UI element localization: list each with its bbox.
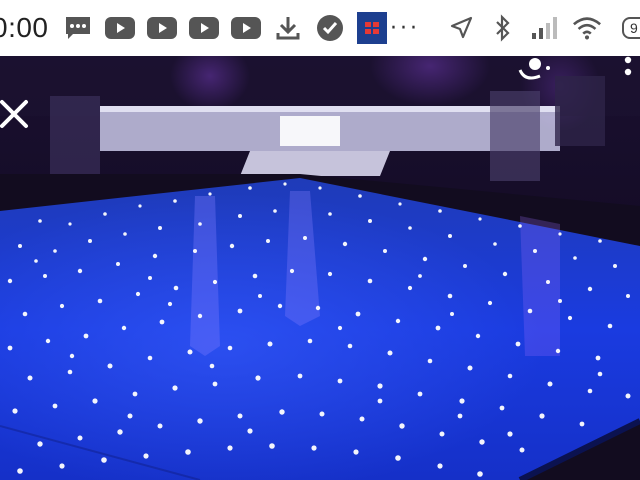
youtube-icon (188, 13, 219, 43)
bluetooth-icon (488, 13, 518, 43)
download-icon (273, 13, 303, 43)
battery-indicator: 9 (622, 17, 640, 39)
led-dance-floor-photo (0, 56, 640, 480)
check-circle-icon (315, 13, 345, 43)
wifi-icon (572, 13, 602, 43)
app-icon (356, 12, 387, 44)
overflow-indicator: ··· (390, 15, 420, 41)
more-vertical-icon[interactable] (618, 56, 638, 86)
image-viewer (0, 56, 640, 480)
messages-icon (63, 13, 93, 43)
location-arrow-icon (446, 13, 476, 43)
signal-icon (530, 13, 560, 43)
youtube-icon (230, 13, 261, 43)
close-button[interactable] (0, 94, 34, 134)
status-right-group: ··· 9 (390, 0, 640, 56)
youtube-icon (104, 13, 135, 43)
status-bar: 0:00 (0, 0, 640, 56)
viewer-top-right-controls (500, 56, 640, 86)
close-icon (0, 100, 28, 128)
status-time: 0:00 (0, 12, 49, 43)
youtube-icon (146, 13, 177, 43)
